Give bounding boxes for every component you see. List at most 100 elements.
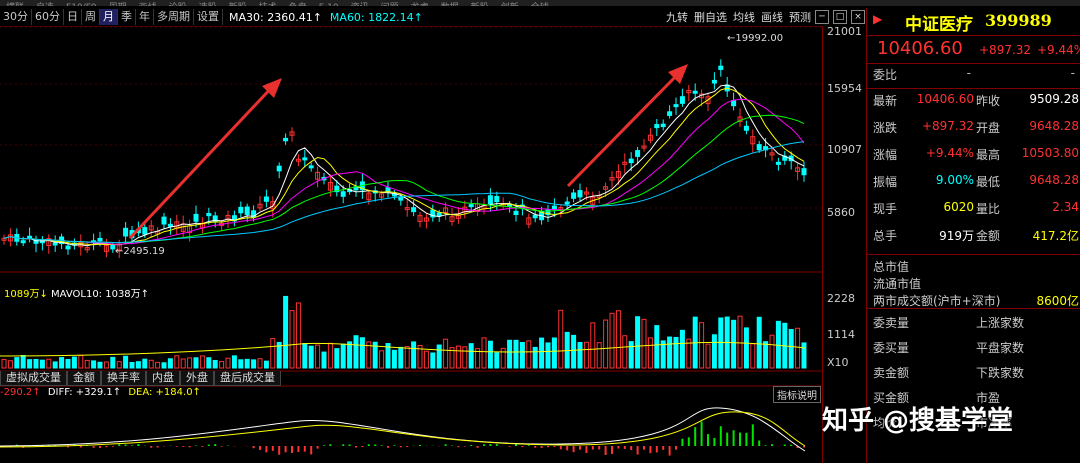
volume-bar — [359, 337, 365, 369]
indicator-help-button[interactable]: 指标说明 — [773, 386, 821, 403]
quote-value: 6020 — [943, 200, 974, 214]
candle-body — [385, 187, 391, 193]
volume-bar — [404, 346, 410, 369]
volume-bar — [615, 310, 621, 369]
volume-bar — [33, 358, 39, 369]
price-tick: 15954 — [827, 82, 862, 95]
volume-bar — [27, 359, 33, 369]
candle-body — [756, 144, 762, 151]
volume-bar — [513, 339, 519, 369]
volume-bar — [647, 337, 653, 369]
indicator-tab[interactable]: 金额 — [67, 371, 101, 386]
price-axis: 21001 15954 10907 5860 2228 1114 X10 — [823, 25, 866, 463]
watermark: 知乎 @搜基学堂 — [822, 406, 1014, 436]
quote-row: 振幅 9.00% 最低 9648.28 — [867, 173, 1080, 197]
period-button[interactable]: 季 — [118, 9, 136, 25]
quote-label: 昨收 — [976, 94, 1001, 108]
quote-label: 最高 — [976, 148, 1001, 162]
quote-row: 现手 6020 量比 2.34 — [867, 200, 1080, 224]
candle-body — [775, 161, 781, 165]
dea-value: DEA: +184.0↑ — [128, 387, 201, 398]
candle-body — [20, 240, 26, 244]
candle-body — [65, 245, 71, 250]
moving-average-line — [3, 84, 805, 247]
indicator-tab[interactable]: 虚拟成交量 — [0, 371, 67, 386]
volume-bar — [263, 360, 269, 369]
volume-subtabs: 虚拟成交量 金额 换手率 内盘 外盘 盘后成交量 — [0, 371, 281, 386]
candle-body — [673, 104, 679, 108]
candle-body — [679, 96, 685, 104]
volume-bar — [398, 346, 404, 369]
volume-value: 1089万↓ — [4, 289, 48, 300]
candle-body — [551, 205, 557, 210]
volume-bar — [443, 338, 449, 369]
volume-bar — [193, 357, 199, 369]
volume-bar — [46, 358, 52, 369]
chart-tool-button[interactable]: 预测 — [789, 9, 811, 25]
volume-bar — [340, 343, 346, 369]
indicator-tab[interactable]: 盘后成交量 — [214, 371, 281, 386]
ma30-readout: MA30: 2360.41↑ — [229, 10, 322, 24]
volume-tick: X10 — [827, 356, 849, 369]
breadth-label: 委买量 — [873, 341, 910, 355]
candle-body — [468, 204, 474, 208]
volume-bar — [673, 336, 679, 369]
candle-body — [692, 90, 698, 94]
volume-bar — [155, 361, 161, 369]
quote-label: 最低 — [976, 175, 1001, 189]
volume-bar — [251, 359, 257, 369]
volume-bar — [654, 325, 660, 369]
period-button[interactable]: 30分 — [0, 9, 32, 25]
volume-bar — [487, 340, 493, 369]
candle-body — [731, 100, 737, 107]
indicator-tab[interactable]: 内盘 — [146, 371, 180, 386]
window-control-button[interactable]: ─ — [815, 10, 829, 24]
volume-bar — [411, 341, 417, 369]
volume-bar — [129, 361, 135, 369]
volume-bar — [436, 344, 442, 369]
diff-value: DIFF: +329.1↑ — [47, 387, 122, 398]
quote-value: 9648.28 — [1029, 119, 1079, 133]
candle-body — [654, 124, 660, 129]
volume-bar — [123, 355, 129, 369]
period-button[interactable]: 年 — [136, 9, 154, 25]
volume-bar — [718, 317, 724, 369]
window-control-button[interactable]: □ — [833, 10, 847, 24]
period-button[interactable]: 多周期 — [154, 9, 194, 25]
ma60-readout: MA60: 1822.14↑ — [329, 10, 423, 24]
volume-bar — [231, 355, 237, 369]
chart-tool-button[interactable]: 九转 — [666, 9, 688, 25]
candle-body — [142, 227, 148, 235]
market-label: 流通市值 — [873, 277, 922, 291]
volume-bar — [468, 343, 474, 369]
chart-tool-button[interactable]: 删自选 — [694, 9, 727, 25]
volume-bar — [795, 327, 801, 369]
volume-bar — [641, 318, 647, 369]
back-arrow-icon[interactable]: ▶ — [873, 12, 882, 26]
period-button[interactable]: 设置 — [194, 9, 223, 25]
volume-bar — [289, 310, 295, 369]
candle-body — [167, 223, 173, 227]
volume-bar — [238, 359, 244, 369]
candle-body — [667, 111, 673, 116]
volume-bar — [539, 337, 545, 369]
indicator-tab[interactable]: 换手率 — [101, 371, 146, 386]
indicator-tab[interactable]: 外盘 — [180, 371, 214, 386]
chart-tool-button[interactable]: 均线 — [733, 9, 755, 25]
quote-row: 总手 919万 金额 417.2亿 — [867, 227, 1080, 251]
candle-body — [801, 168, 807, 176]
market-row: 两市成交额(沪市+深市) 8600亿 — [867, 292, 1080, 309]
candle-body — [263, 196, 269, 202]
period-button[interactable]: 月 — [100, 9, 118, 25]
period-button[interactable]: 周 — [82, 9, 100, 25]
window-control-button[interactable]: × — [851, 10, 865, 24]
candle-body — [532, 214, 538, 219]
period-button[interactable]: 日 — [64, 9, 82, 25]
volume-bar — [78, 355, 84, 369]
volume-bar — [7, 360, 13, 369]
volume-bar — [635, 316, 641, 369]
quote-label: 量比 — [976, 202, 1001, 216]
chart-tool-button[interactable]: 画线 — [761, 9, 783, 25]
candle-body — [577, 190, 583, 198]
period-button[interactable]: 60分 — [32, 9, 64, 25]
